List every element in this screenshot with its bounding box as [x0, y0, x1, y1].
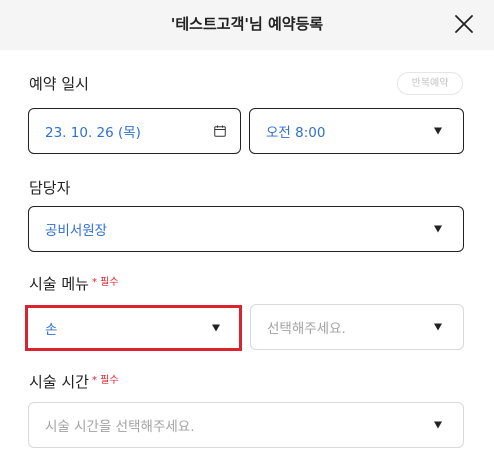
menu-category-select[interactable]: 손	[28, 305, 241, 351]
repeat-reservation-button[interactable]: 반복예약	[397, 72, 463, 95]
chevron-down-icon	[434, 127, 442, 135]
reservation-datetime-label: 예약 일시	[29, 75, 89, 93]
duration-label-text: 시술 시간	[29, 373, 89, 391]
modal-title: '테스트고객'님 예약등록	[170, 15, 324, 33]
chevron-down-icon	[434, 323, 442, 331]
time-select[interactable]: 오전 8:00	[249, 108, 464, 154]
menu-label-text: 시술 메뉴	[29, 275, 89, 293]
duration-placeholder: 시술 시간을 선택해주세요.	[45, 419, 195, 435]
manager-value: 공비서원장	[45, 223, 108, 239]
menu-item-placeholder: 선택해주세요.	[267, 321, 346, 337]
close-button[interactable]	[452, 12, 476, 36]
reservation-modal: '테스트고객'님 예약등록 예약 일시 반복예약 23. 10. 26 (목) …	[0, 0, 494, 457]
menu-label: 시술 메뉴 * 필수	[29, 273, 119, 294]
menu-category-value: 손	[45, 322, 58, 338]
duration-select[interactable]: 시술 시간을 선택해주세요.	[28, 402, 464, 448]
date-value: 23. 10. 26 (목)	[45, 125, 141, 141]
time-value: 오전 8:00	[266, 125, 326, 141]
duration-label: 시술 시간 * 필수	[29, 371, 119, 392]
date-picker[interactable]: 23. 10. 26 (목)	[28, 108, 241, 154]
chevron-down-icon	[434, 225, 442, 233]
calendar-icon	[214, 125, 226, 137]
chevron-down-icon	[212, 324, 220, 332]
required-tag: * 필수	[91, 277, 119, 288]
required-tag: * 필수	[91, 375, 119, 386]
close-icon	[455, 15, 473, 33]
modal-header: '테스트고객'님 예약등록	[0, 0, 494, 50]
manager-label: 담당자	[29, 179, 71, 197]
manager-select[interactable]: 공비서원장	[28, 206, 464, 252]
chevron-down-icon	[434, 421, 442, 429]
menu-item-select[interactable]: 선택해주세요.	[250, 304, 464, 350]
